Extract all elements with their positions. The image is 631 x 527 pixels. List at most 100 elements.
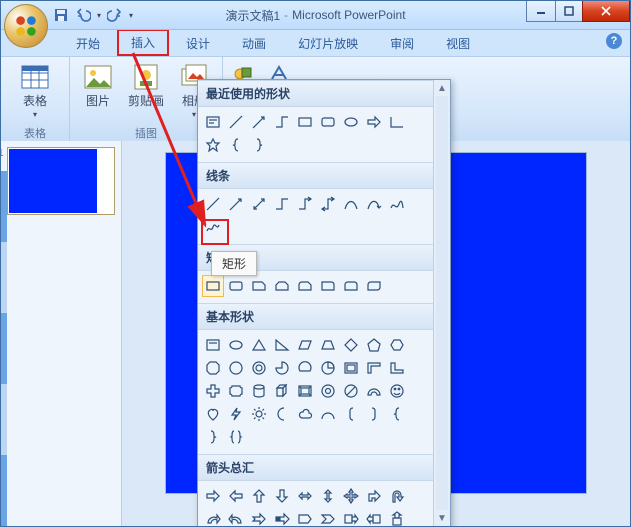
shape-arrow-uturn[interactable] bbox=[386, 485, 408, 507]
shape-line[interactable] bbox=[225, 111, 247, 133]
tab-home[interactable]: 开始 bbox=[61, 29, 115, 56]
shape-cube[interactable] bbox=[271, 380, 293, 402]
shape-elbow[interactable] bbox=[271, 193, 293, 215]
shape-triangle[interactable] bbox=[248, 334, 270, 356]
shape-arrow-updown[interactable] bbox=[317, 485, 339, 507]
shape-decagon[interactable] bbox=[225, 357, 247, 379]
scroll-down-icon[interactable]: ▼ bbox=[434, 510, 450, 526]
shape-arrow-leftright[interactable] bbox=[294, 485, 316, 507]
shape-line-arrow[interactable] bbox=[248, 111, 270, 133]
save-icon[interactable] bbox=[53, 7, 69, 23]
office-button[interactable] bbox=[4, 4, 48, 48]
shape-oval[interactable] bbox=[340, 111, 362, 133]
qat-customize-icon[interactable]: ▾ bbox=[129, 11, 133, 20]
shape-bracket-l[interactable] bbox=[340, 403, 362, 425]
shape-block-arc[interactable] bbox=[363, 380, 385, 402]
shape-textbox[interactable] bbox=[202, 334, 224, 356]
shape-line[interactable] bbox=[202, 193, 224, 215]
shape-arrow-chevron[interactable] bbox=[317, 508, 339, 526]
shape-plaque[interactable] bbox=[225, 380, 247, 402]
shape-no[interactable] bbox=[340, 380, 362, 402]
undo-icon[interactable] bbox=[75, 7, 91, 23]
shape-arrow-callout-l[interactable] bbox=[363, 508, 385, 526]
shape-cross[interactable] bbox=[202, 380, 224, 402]
picture-button[interactable]: 图片 bbox=[77, 61, 119, 108]
shape-diamond[interactable] bbox=[340, 334, 362, 356]
tab-view[interactable]: 视图 bbox=[431, 29, 485, 56]
shape-pie[interactable] bbox=[271, 357, 293, 379]
shape-brace-l[interactable] bbox=[386, 403, 408, 425]
shape-lightning[interactable] bbox=[225, 403, 247, 425]
shape-arrow-quad[interactable] bbox=[340, 485, 362, 507]
shape-half-frame[interactable] bbox=[363, 357, 385, 379]
shape-curve[interactable] bbox=[340, 193, 362, 215]
shape-bevel[interactable] bbox=[294, 380, 316, 402]
tab-animation[interactable]: 动画 bbox=[227, 29, 281, 56]
shape-star[interactable] bbox=[202, 134, 224, 156]
shape-brace-pair[interactable] bbox=[225, 426, 247, 448]
shape-snip1[interactable] bbox=[248, 275, 270, 297]
shape-donut[interactable] bbox=[317, 380, 339, 402]
shape-arrow-callout-u[interactable] bbox=[386, 508, 408, 526]
tab-slideshow[interactable]: 幻灯片放映 bbox=[283, 29, 373, 56]
shape-elbow[interactable] bbox=[271, 111, 293, 133]
gallery-scrollbar[interactable]: ▲ ▼ bbox=[433, 80, 450, 526]
shape-arrow-striped[interactable] bbox=[271, 508, 293, 526]
scroll-up-icon[interactable]: ▲ bbox=[434, 80, 450, 96]
maximize-button[interactable] bbox=[555, 1, 583, 22]
shape-right-arrow[interactable] bbox=[363, 111, 385, 133]
shape-arrow-up[interactable] bbox=[248, 485, 270, 507]
undo-more-icon[interactable]: ▾ bbox=[97, 11, 101, 20]
slide-thumbnail[interactable]: 1 bbox=[7, 147, 115, 215]
shape-scribble[interactable] bbox=[202, 216, 224, 238]
shape-round2[interactable] bbox=[340, 275, 362, 297]
shape-textbox[interactable] bbox=[202, 111, 224, 133]
scroll-track[interactable] bbox=[436, 96, 448, 510]
shape-arrow-curved-l[interactable] bbox=[225, 508, 247, 526]
shape-rect[interactable] bbox=[294, 111, 316, 133]
shape-pentagon[interactable] bbox=[363, 334, 385, 356]
shape-rectangle[interactable] bbox=[202, 275, 224, 297]
help-button[interactable]: ? bbox=[606, 33, 622, 49]
shape-trapezoid[interactable] bbox=[317, 334, 339, 356]
table-button[interactable]: 表格 ▾ bbox=[14, 61, 56, 119]
shape-oval[interactable] bbox=[225, 334, 247, 356]
shape-bracket-r[interactable] bbox=[363, 403, 385, 425]
shape-can[interactable] bbox=[248, 380, 270, 402]
shape-arrow-left[interactable] bbox=[225, 485, 247, 507]
shape-arrow-notched[interactable] bbox=[248, 508, 270, 526]
shape-snipround[interactable] bbox=[294, 275, 316, 297]
shape-chord[interactable] bbox=[294, 357, 316, 379]
shape-arrow-bent[interactable] bbox=[363, 485, 385, 507]
shape-curve-arrow[interactable] bbox=[363, 193, 385, 215]
shape-arrow-callout-r[interactable] bbox=[340, 508, 362, 526]
shape-arc[interactable] bbox=[317, 403, 339, 425]
shape-roundrect[interactable] bbox=[225, 275, 247, 297]
shape-teardrop[interactable] bbox=[317, 357, 339, 379]
shape-elbow-arrow[interactable] bbox=[294, 193, 316, 215]
close-button[interactable] bbox=[582, 1, 630, 22]
shape-sun[interactable] bbox=[248, 403, 270, 425]
shape-right-triangle[interactable] bbox=[271, 334, 293, 356]
tab-review[interactable]: 审阅 bbox=[375, 29, 429, 56]
shape-roundrect[interactable] bbox=[317, 111, 339, 133]
shape-parallelogram[interactable] bbox=[294, 334, 316, 356]
shape-cloud[interactable] bbox=[294, 403, 316, 425]
redo-icon[interactable] bbox=[107, 7, 123, 23]
shape-frame[interactable] bbox=[340, 357, 362, 379]
shape-octagon[interactable] bbox=[202, 357, 224, 379]
shape-smiley[interactable] bbox=[386, 380, 408, 402]
shape-freeform[interactable] bbox=[386, 193, 408, 215]
shape-arrow-pentagon[interactable] bbox=[294, 508, 316, 526]
shape-elbow-dbl[interactable] bbox=[317, 193, 339, 215]
shape-elbow2[interactable] bbox=[386, 111, 408, 133]
tab-design[interactable]: 设计 bbox=[171, 29, 225, 56]
shape-heart[interactable] bbox=[202, 403, 224, 425]
shape-rounddiag[interactable] bbox=[363, 275, 385, 297]
shape-hexagon[interactable] bbox=[386, 334, 408, 356]
shape-line-double-arrow[interactable] bbox=[248, 193, 270, 215]
shape-snip2[interactable] bbox=[271, 275, 293, 297]
shape-dodecagon[interactable] bbox=[248, 357, 270, 379]
minimize-button[interactable] bbox=[526, 1, 556, 22]
shape-brace-l[interactable] bbox=[225, 134, 247, 156]
